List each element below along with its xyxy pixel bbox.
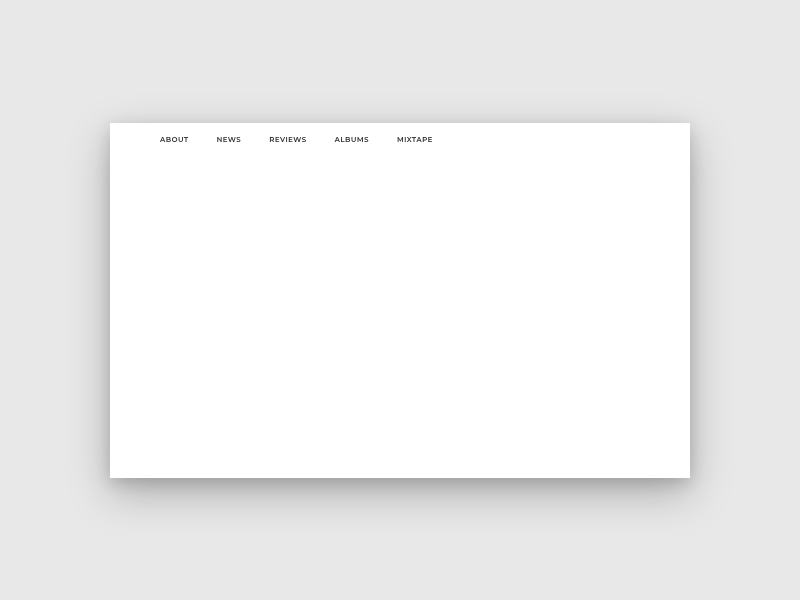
nav-item-about[interactable]: ABOUT xyxy=(160,135,189,144)
app-window: ABOUT NEWS REVIEWS ALBUMS MIXTAPE xyxy=(110,123,690,478)
nav-item-mixtape[interactable]: MIXTAPE xyxy=(397,135,433,144)
nav-item-albums[interactable]: ALBUMS xyxy=(335,135,369,144)
nav-item-reviews[interactable]: REVIEWS xyxy=(269,135,306,144)
main-nav: ABOUT NEWS REVIEWS ALBUMS MIXTAPE xyxy=(110,123,690,144)
nav-item-news[interactable]: NEWS xyxy=(217,135,242,144)
